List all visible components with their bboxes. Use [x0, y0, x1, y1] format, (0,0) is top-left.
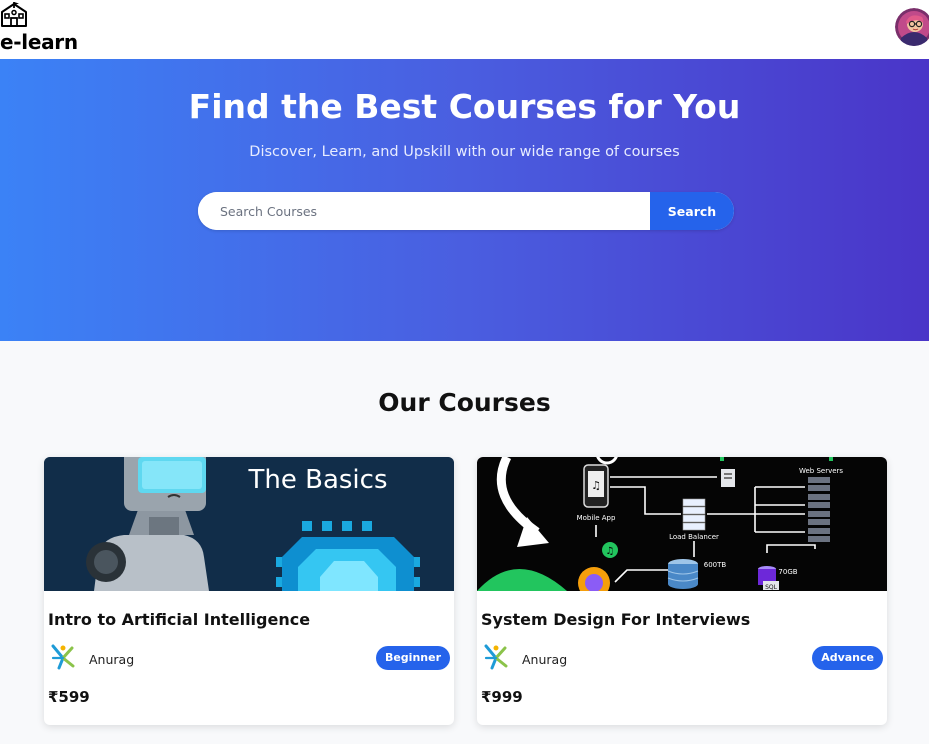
robot-thumbnail-image: The Basics — [44, 457, 454, 591]
section-title: Our Courses — [378, 388, 551, 417]
school-building-icon — [1, 2, 27, 27]
search-input[interactable] — [198, 192, 650, 230]
diagram-label: Web Servers — [799, 467, 843, 475]
instructor-logo-icon — [51, 644, 75, 670]
hero-subtitle: Discover, Learn, and Upskill with our wi… — [249, 144, 680, 160]
search-bar: Search — [198, 192, 734, 230]
instructor-name: Anurag — [522, 652, 568, 667]
svg-text:♫: ♫ — [606, 546, 615, 557]
level-badge: Beginner — [375, 646, 450, 670]
top-navbar: e-learn — [0, 0, 929, 59]
course-card[interactable]: The Basics Intro to Artificial Intellige… — [44, 457, 454, 725]
instructor-logo-icon — [484, 644, 508, 670]
level-badge: Advance — [812, 646, 883, 670]
course-thumbnail: ♫ Mobile App Load Balancer Web Servers ♫… — [477, 457, 887, 591]
brand-name: e-learn — [0, 30, 78, 54]
hero-banner: Find the Best Courses for You Discover, … — [0, 59, 929, 341]
course-price: ₹999 — [481, 688, 523, 706]
diagram-label: Mobile App — [577, 514, 616, 522]
user-avatar[interactable] — [895, 8, 929, 46]
avatar-icon — [895, 8, 929, 46]
course-price: ₹599 — [48, 688, 90, 706]
diagram-label: 600TB — [704, 561, 727, 569]
course-title: System Design For Interviews — [481, 610, 751, 629]
system-design-thumbnail-image: ♫ Mobile App Load Balancer Web Servers ♫… — [477, 457, 887, 591]
diagram-label: SQL — [765, 584, 778, 591]
thumbnail-banner-text: The Basics — [247, 465, 387, 495]
instructor-name: Anurag — [89, 652, 135, 667]
brand-logo[interactable]: e-learn — [0, 0, 90, 59]
hero-title: Find the Best Courses for You — [188, 87, 741, 126]
diagram-label: 70GB — [778, 568, 797, 576]
diagram-label: Load Balancer — [669, 533, 719, 541]
course-card[interactable]: ♫ Mobile App Load Balancer Web Servers ♫… — [477, 457, 887, 725]
svg-text:♫: ♫ — [591, 479, 601, 492]
course-title: Intro to Artificial Intelligence — [48, 610, 311, 629]
course-thumbnail: The Basics — [44, 457, 454, 591]
search-button[interactable]: Search — [650, 192, 734, 230]
